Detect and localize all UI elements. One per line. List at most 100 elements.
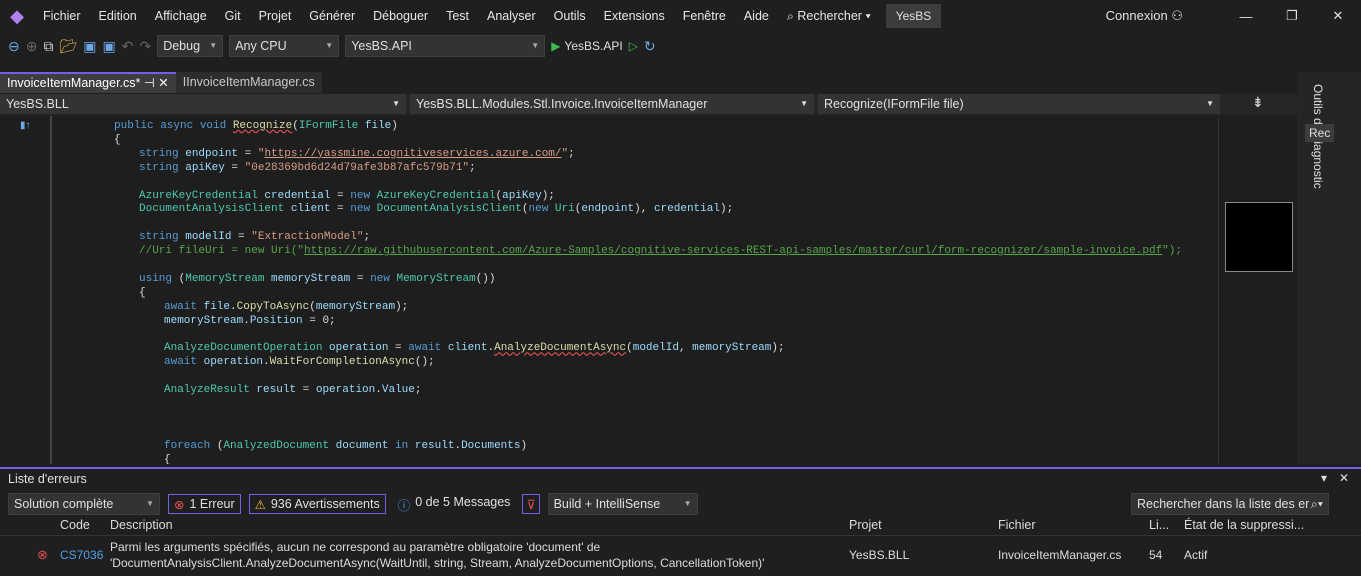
error-line: 54 xyxy=(1149,548,1163,562)
refresh-icon[interactable]: ↻ xyxy=(644,38,656,55)
scope-dropdown[interactable]: Solution complète ▼ xyxy=(8,493,160,515)
search-button[interactable]: ⌕ Rechercher ▾ xyxy=(778,0,880,32)
maximize-button[interactable]: ❐ xyxy=(1269,8,1315,24)
error-icon: ⊗ xyxy=(37,547,48,562)
code-token: = xyxy=(388,342,409,355)
close-tab-icon[interactable]: ✕ xyxy=(158,76,168,90)
column-code[interactable]: Code xyxy=(60,518,90,532)
member-dropdown[interactable]: Recognize(IFormFile file) ▼ xyxy=(818,94,1220,114)
error-code-link[interactable]: CS7036 xyxy=(60,548,103,562)
code-token: MemoryStream xyxy=(185,272,272,285)
code-editor[interactable]: ▮↑ public async void Recognize(IFormFile… xyxy=(0,116,1218,464)
menu-item[interactable]: Test xyxy=(437,0,478,32)
panel-dropdown-icon[interactable]: ▾ xyxy=(1321,471,1327,485)
filter-icon: ⊽ xyxy=(526,497,536,512)
new-project-icon[interactable]: ⧉ xyxy=(43,38,53,55)
error-search-input[interactable]: Rechercher dans la liste des er ⌕▾ xyxy=(1131,493,1329,515)
code-token: WaitForCompletionAsync xyxy=(269,356,415,369)
warnings-filter-button[interactable]: ⚠ 936 Avertissements xyxy=(248,494,386,514)
code-token: operation xyxy=(315,384,376,397)
implementation-icon[interactable]: ▮↑ xyxy=(20,120,31,131)
menu-item[interactable]: Aide xyxy=(735,0,778,32)
close-panel-icon[interactable]: ✕ xyxy=(1339,471,1349,485)
search-placeholder: Rechercher dans la liste des er xyxy=(1137,497,1310,511)
error-icon: ⊗ xyxy=(174,497,185,512)
diagnostic-tab[interactable]: Rec xyxy=(1305,124,1335,142)
code-token: ); xyxy=(771,342,785,355)
code-line: memoryStream.Position = 0; xyxy=(164,314,336,328)
code-token: { xyxy=(164,453,171,464)
code-line: AnalyzeDocumentOperation operation = awa… xyxy=(164,341,785,355)
minimap[interactable] xyxy=(1218,116,1298,464)
filter-button[interactable]: ⊽ xyxy=(522,494,540,514)
navigation-bar: YesBS.BLL ▼ YesBS.BLL.Modules.Stl.Invoice… xyxy=(0,94,1297,115)
platform-dropdown[interactable]: Any CPU ▼ xyxy=(229,35,340,57)
code-token: = xyxy=(350,272,371,285)
redo-icon[interactable]: ↷ xyxy=(139,38,151,55)
code-token: in xyxy=(388,439,415,452)
code-token: ) xyxy=(520,439,528,452)
solution-title: YesBS xyxy=(885,4,942,28)
minimize-button[interactable]: — xyxy=(1223,9,1269,24)
menu-item[interactable]: Analyser xyxy=(478,0,545,32)
menu-item[interactable]: Outils xyxy=(545,0,595,32)
code-line: AnalyzeResult result = operation.Value; xyxy=(164,383,422,397)
tab-invoice-item-manager[interactable]: InvoiceItemManager.cs* ⊣ ✕ xyxy=(0,72,176,93)
visual-studio-logo-icon: ◆ xyxy=(10,5,24,26)
pin-icon[interactable]: ⊣ xyxy=(144,76,155,90)
search-label: Rechercher xyxy=(797,9,862,23)
forward-icon[interactable]: ⊕ xyxy=(26,38,38,55)
errors-filter-button[interactable]: ⊗ 1 Erreur xyxy=(168,494,241,514)
code-token: document xyxy=(335,439,389,452)
column-description[interactable]: Description xyxy=(110,518,173,532)
type-dropdown[interactable]: YesBS.BLL.Modules.Stl.Invoice.InvoiceIte… xyxy=(410,94,814,114)
menu-item[interactable]: Déboguer xyxy=(364,0,437,32)
source-value: Build + IntelliSense xyxy=(553,497,661,511)
menu-item[interactable]: Générer xyxy=(300,0,364,32)
scope-value: Solution complète xyxy=(14,497,114,511)
save-all-icon[interactable]: ▣ xyxy=(102,38,115,55)
menu-item[interactable]: Affichage xyxy=(146,0,216,32)
column-project[interactable]: Projet xyxy=(849,518,882,532)
messages-filter-button[interactable]: ⓘ 0 de 5 Messages xyxy=(394,495,515,514)
back-icon[interactable]: ⊖ xyxy=(8,38,20,55)
close-window-button[interactable]: ✕ xyxy=(1315,8,1361,24)
open-folder-icon[interactable]: 📂︎ xyxy=(59,38,77,55)
code-token: { xyxy=(139,286,146,299)
menu-item[interactable]: Edition xyxy=(90,0,146,32)
error-list-panel: Liste d'erreurs ▾ ✕ Solution complète ▼ ⊗… xyxy=(0,467,1361,574)
start-without-debug-icon[interactable]: ▷ xyxy=(629,39,638,53)
table-row[interactable]: ⊗ CS7036 Parmi les arguments spécifiés, … xyxy=(0,539,1361,576)
menu-item[interactable]: Fichier xyxy=(34,0,90,32)
configuration-dropdown[interactable]: Debug ▼ xyxy=(157,35,224,57)
undo-icon[interactable]: ↶ xyxy=(122,38,134,55)
tab-iinvoice-item-manager[interactable]: IInvoiceItemManager.cs xyxy=(175,72,322,93)
editor-gutter: ▮↑ xyxy=(0,116,110,464)
column-line[interactable]: Li... xyxy=(1149,518,1169,532)
code-token: using xyxy=(139,272,179,285)
tab-label: IInvoiceItemManager.cs xyxy=(182,75,315,89)
column-suppression-state[interactable]: État de la suppressi... xyxy=(1184,518,1304,532)
code-token: result xyxy=(256,384,297,397)
column-file[interactable]: Fichier xyxy=(998,518,1036,532)
startup-project-dropdown[interactable]: YesBS.API ▼ xyxy=(345,35,546,57)
code-token: CopyToAsync xyxy=(236,300,310,313)
menu-item[interactable]: Fenêtre xyxy=(674,0,735,32)
split-editor-icon[interactable]: ⇟ xyxy=(1252,94,1264,115)
code-line: { xyxy=(164,453,171,464)
menu-item[interactable]: Git xyxy=(216,0,250,32)
code-line: AzureKeyCredential credential = new Azur… xyxy=(139,189,555,203)
code-token: https://raw.githubusercontent.com/Azure-… xyxy=(304,245,1163,258)
save-icon[interactable]: ▣ xyxy=(83,38,96,55)
code-token: credential xyxy=(653,203,720,216)
run-label: YesBS.API xyxy=(564,39,623,53)
menu-item[interactable]: Projet xyxy=(250,0,301,32)
code-token: new xyxy=(350,189,377,202)
start-debug-button[interactable]: ▶ YesBS.API xyxy=(551,39,623,53)
sign-in-button[interactable]: Connexion ⚇ xyxy=(1106,8,1223,24)
type-value: YesBS.BLL.Modules.Stl.Invoice.InvoiceIte… xyxy=(416,97,708,111)
source-dropdown[interactable]: Build + IntelliSense ▼ xyxy=(547,493,698,515)
code-token: . xyxy=(243,314,250,327)
project-dropdown[interactable]: YesBS.BLL ▼ xyxy=(0,94,406,114)
menu-item[interactable]: Extensions xyxy=(595,0,674,32)
